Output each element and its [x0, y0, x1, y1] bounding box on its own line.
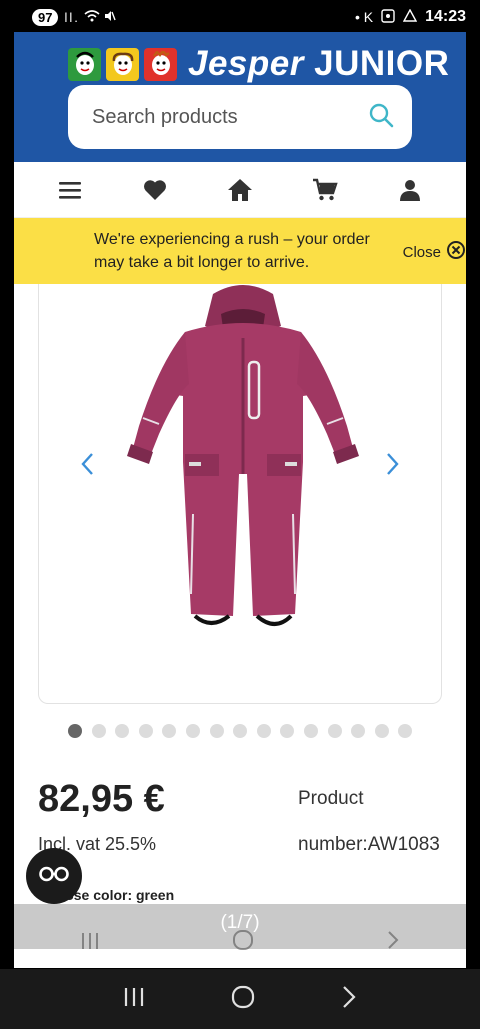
- next-image-button[interactable]: [377, 449, 407, 479]
- pagination-dot[interactable]: [162, 724, 177, 738]
- wifi-icon: [84, 9, 100, 26]
- pagination-dot[interactable]: [233, 724, 248, 738]
- main-nav: [14, 162, 466, 218]
- home-button-icon[interactable]: [231, 985, 255, 1014]
- image-counter: (1/7): [220, 912, 260, 933]
- pagination-dot[interactable]: [209, 724, 224, 738]
- brand-logo[interactable]: Jesper JUNIOR: [68, 44, 449, 84]
- cart-icon[interactable]: [305, 170, 345, 210]
- mute-icon: [104, 9, 116, 26]
- product-image[interactable]: [125, 284, 361, 644]
- alert-icon: [402, 8, 418, 25]
- user-icon[interactable]: [390, 170, 430, 210]
- site-header: Jesper JUNIOR: [14, 32, 466, 162]
- search-icon[interactable]: [368, 102, 394, 133]
- status-bar: 97 ll. • K 14:23: [0, 0, 480, 34]
- search-input[interactable]: [92, 105, 368, 129]
- recent-apps-icon[interactable]: [123, 987, 145, 1012]
- logo-face-green: [68, 47, 101, 81]
- product-number-label: Product: [298, 788, 364, 809]
- search-box[interactable]: [68, 85, 412, 149]
- previous-image-button[interactable]: [73, 449, 103, 479]
- notice-banner: We're experiencing a rush – your order m…: [14, 218, 466, 284]
- close-label: Close: [402, 243, 441, 261]
- pagination-dot[interactable]: [91, 724, 106, 738]
- pagination-dot[interactable]: [185, 724, 200, 738]
- heart-icon[interactable]: [135, 170, 175, 210]
- pagination-dot[interactable]: [68, 724, 82, 738]
- clock: 14:23: [425, 8, 466, 25]
- pagination-dot[interactable]: [327, 724, 342, 738]
- gallery-pagination: [68, 724, 413, 738]
- status-right-icons: • K: [354, 9, 374, 25]
- pagination-dot[interactable]: [398, 724, 413, 738]
- accessibility-button[interactable]: [26, 848, 82, 904]
- menu-icon[interactable]: [50, 170, 90, 210]
- glasses-icon: [39, 866, 69, 887]
- pagination-dot[interactable]: [374, 724, 389, 738]
- pagination-dot[interactable]: [256, 724, 271, 738]
- notification-count: 97: [32, 8, 59, 26]
- home-icon[interactable]: [220, 170, 260, 210]
- system-nav-bar: [0, 969, 480, 1029]
- signal-icons: ll.: [64, 9, 80, 25]
- close-banner-button[interactable]: Close: [403, 240, 466, 264]
- brand-name: Jesper JUNIOR: [188, 44, 449, 84]
- screenshot-icon: [381, 8, 395, 26]
- brand-name-bold: JUNIOR: [314, 44, 450, 83]
- brand-name-italic: Jesper: [188, 44, 304, 83]
- pagination-dot[interactable]: [138, 724, 153, 738]
- pagination-dot[interactable]: [303, 724, 318, 738]
- notice-text: We're experiencing a rush – your order m…: [94, 231, 370, 271]
- pagination-dot[interactable]: [280, 724, 295, 738]
- product-price: 82,95 €: [38, 778, 165, 820]
- logo-face-red: [144, 47, 177, 81]
- back-icon[interactable]: [341, 985, 357, 1014]
- pagination-dot[interactable]: [115, 724, 130, 738]
- web-page: Jesper JUNIOR We're experiencing a rush …: [14, 32, 466, 968]
- logo-face-yellow: [106, 47, 139, 81]
- product-number: number:AW1083: [298, 834, 440, 855]
- pagination-dot[interactable]: [351, 724, 366, 738]
- product-gallery: [38, 284, 442, 704]
- close-icon: [446, 240, 466, 264]
